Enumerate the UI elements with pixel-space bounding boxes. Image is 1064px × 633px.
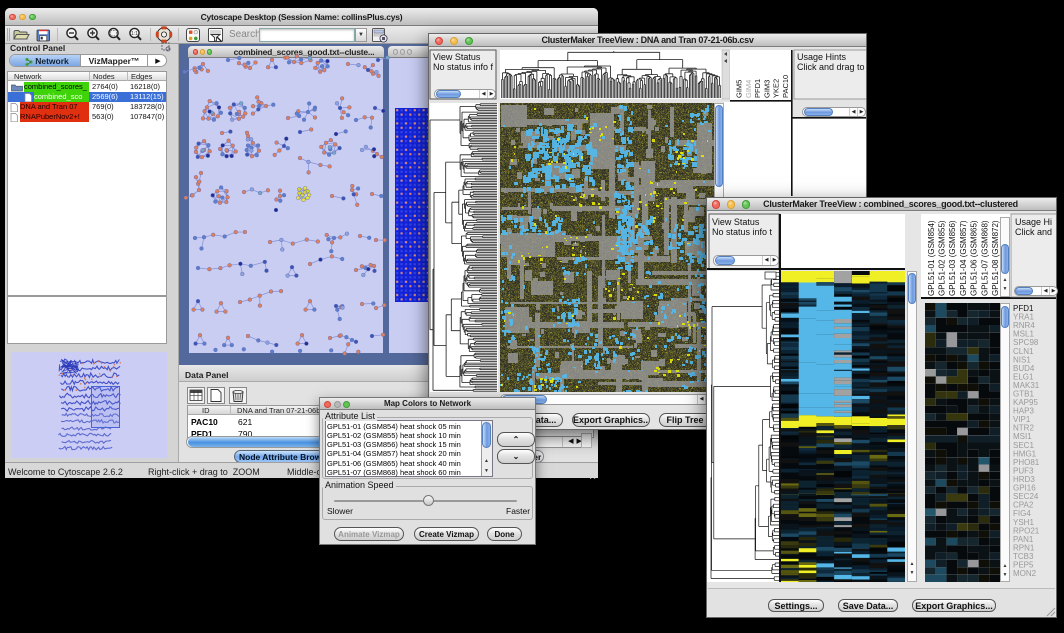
svg-text:GPL51-04 (GSM857): GPL51-04 (GSM857) xyxy=(959,220,968,296)
svg-text:View Status: View Status xyxy=(712,217,760,227)
svg-text:GIM4: GIM4 xyxy=(744,80,753,98)
svg-text:GPL51-02 (GSM855): GPL51-02 (GSM855) xyxy=(938,220,947,296)
svg-text:1:1: 1:1 xyxy=(131,31,138,37)
svg-text:Click and: Click and xyxy=(1015,227,1052,237)
svg-text:Usage Hi: Usage Hi xyxy=(1015,217,1052,227)
svg-text:GPL51-03 (GSM856): GPL51-03 (GSM856) xyxy=(948,220,957,296)
svg-text:Usage Hints: Usage Hints xyxy=(797,52,847,62)
svg-text:Click and drag to: Click and drag to xyxy=(797,62,865,72)
svg-text:GPL51-08 (GSM872): GPL51-08 (GSM872) xyxy=(991,220,1000,296)
svg-text:View Status: View Status xyxy=(433,52,481,62)
svg-text:GIM5: GIM5 xyxy=(735,80,744,98)
svg-text:YKE2: YKE2 xyxy=(772,79,781,98)
svg-text:GPL51-07 (GSM868): GPL51-07 (GSM868) xyxy=(980,220,989,296)
svg-text:No status info f: No status info f xyxy=(433,62,494,72)
svg-text:GIM3: GIM3 xyxy=(762,80,771,98)
svg-text:PAC10: PAC10 xyxy=(781,75,790,98)
svg-text:GPL51-06 (GSM865): GPL51-06 (GSM865) xyxy=(970,220,979,296)
svg-text:MON2: MON2 xyxy=(1013,569,1037,578)
svg-text:No status info t: No status info t xyxy=(712,227,773,237)
svg-text:GPL51-01 (GSM854): GPL51-01 (GSM854) xyxy=(927,220,936,296)
svg-text:PFD1: PFD1 xyxy=(753,79,762,98)
